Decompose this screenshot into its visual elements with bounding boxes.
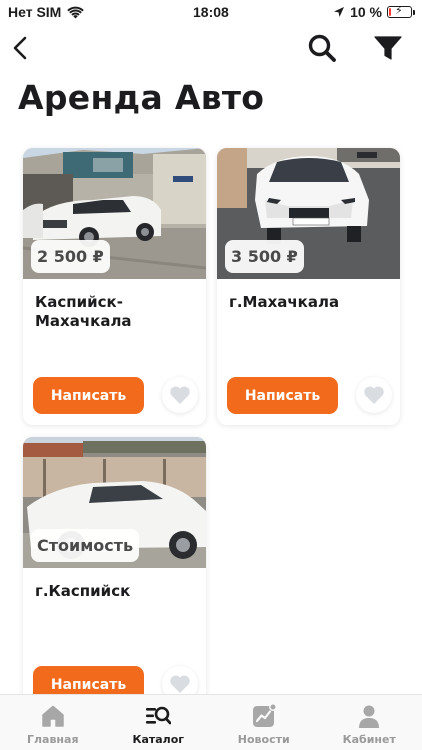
wifi-icon	[67, 6, 85, 18]
tab-label: Главная	[26, 733, 79, 746]
favorite-button[interactable]	[162, 377, 198, 413]
clock: 18:08	[193, 4, 229, 20]
home-icon	[42, 705, 64, 727]
status-left: Нет SIM	[8, 4, 85, 20]
favorite-button[interactable]	[356, 377, 392, 413]
battery-icon: ⚡	[387, 5, 415, 18]
listing-card[interactable]: 3 500 ₽ г.Махачкала Написать	[217, 148, 400, 425]
listing-card[interactable]: Стоимость г.Каспийск Написать	[23, 437, 206, 714]
status-right: 10 % ⚡	[333, 4, 415, 20]
location-arrow-icon	[334, 7, 345, 17]
catalog-search-icon	[146, 706, 172, 725]
heart-icon	[364, 386, 384, 404]
battery-level-fill	[389, 8, 392, 16]
tab-label: Кабинет	[342, 733, 396, 746]
battery-percent: 10 %	[350, 4, 382, 20]
charging-bolt-icon: ⚡	[395, 5, 403, 17]
tab-news[interactable]: Новости	[214, 703, 314, 746]
tab-label: Новости	[237, 733, 290, 746]
card-city: Каспийск-Махачкала	[35, 293, 132, 330]
write-button[interactable]: Написать	[227, 377, 338, 414]
heart-icon	[170, 386, 190, 404]
search-icon[interactable]	[306, 32, 338, 64]
nav-bar	[0, 30, 422, 66]
filter-icon[interactable]	[373, 33, 403, 63]
write-button[interactable]: Написать	[33, 377, 144, 414]
carrier-label: Нет SIM	[8, 4, 62, 20]
tab-home[interactable]: Главная	[3, 703, 103, 746]
price-badge: 3 500 ₽	[225, 240, 304, 273]
chevron-left-icon[interactable]	[8, 34, 36, 62]
listing-card[interactable]: 2 500 ₽ Каспийск-Махачкала Написать	[23, 148, 206, 425]
tab-bar: Главная Каталог Новости Кабинет	[0, 694, 422, 750]
price-badge: Стоимость	[31, 529, 140, 562]
card-city: г.Каспийск	[35, 582, 131, 600]
user-icon	[359, 705, 380, 728]
tab-catalog[interactable]: Каталог	[108, 703, 208, 746]
news-chart-icon	[252, 703, 277, 727]
heart-icon	[170, 675, 190, 693]
status-bar: Нет SIM 18:08 10 % ⚡	[0, 0, 422, 24]
tab-label: Каталог	[132, 733, 185, 746]
card-city: г.Махачкала	[229, 293, 340, 311]
tab-account[interactable]: Кабинет	[319, 703, 419, 746]
price-badge: 2 500 ₽	[31, 240, 110, 273]
page-title: Аренда Авто	[18, 78, 265, 117]
